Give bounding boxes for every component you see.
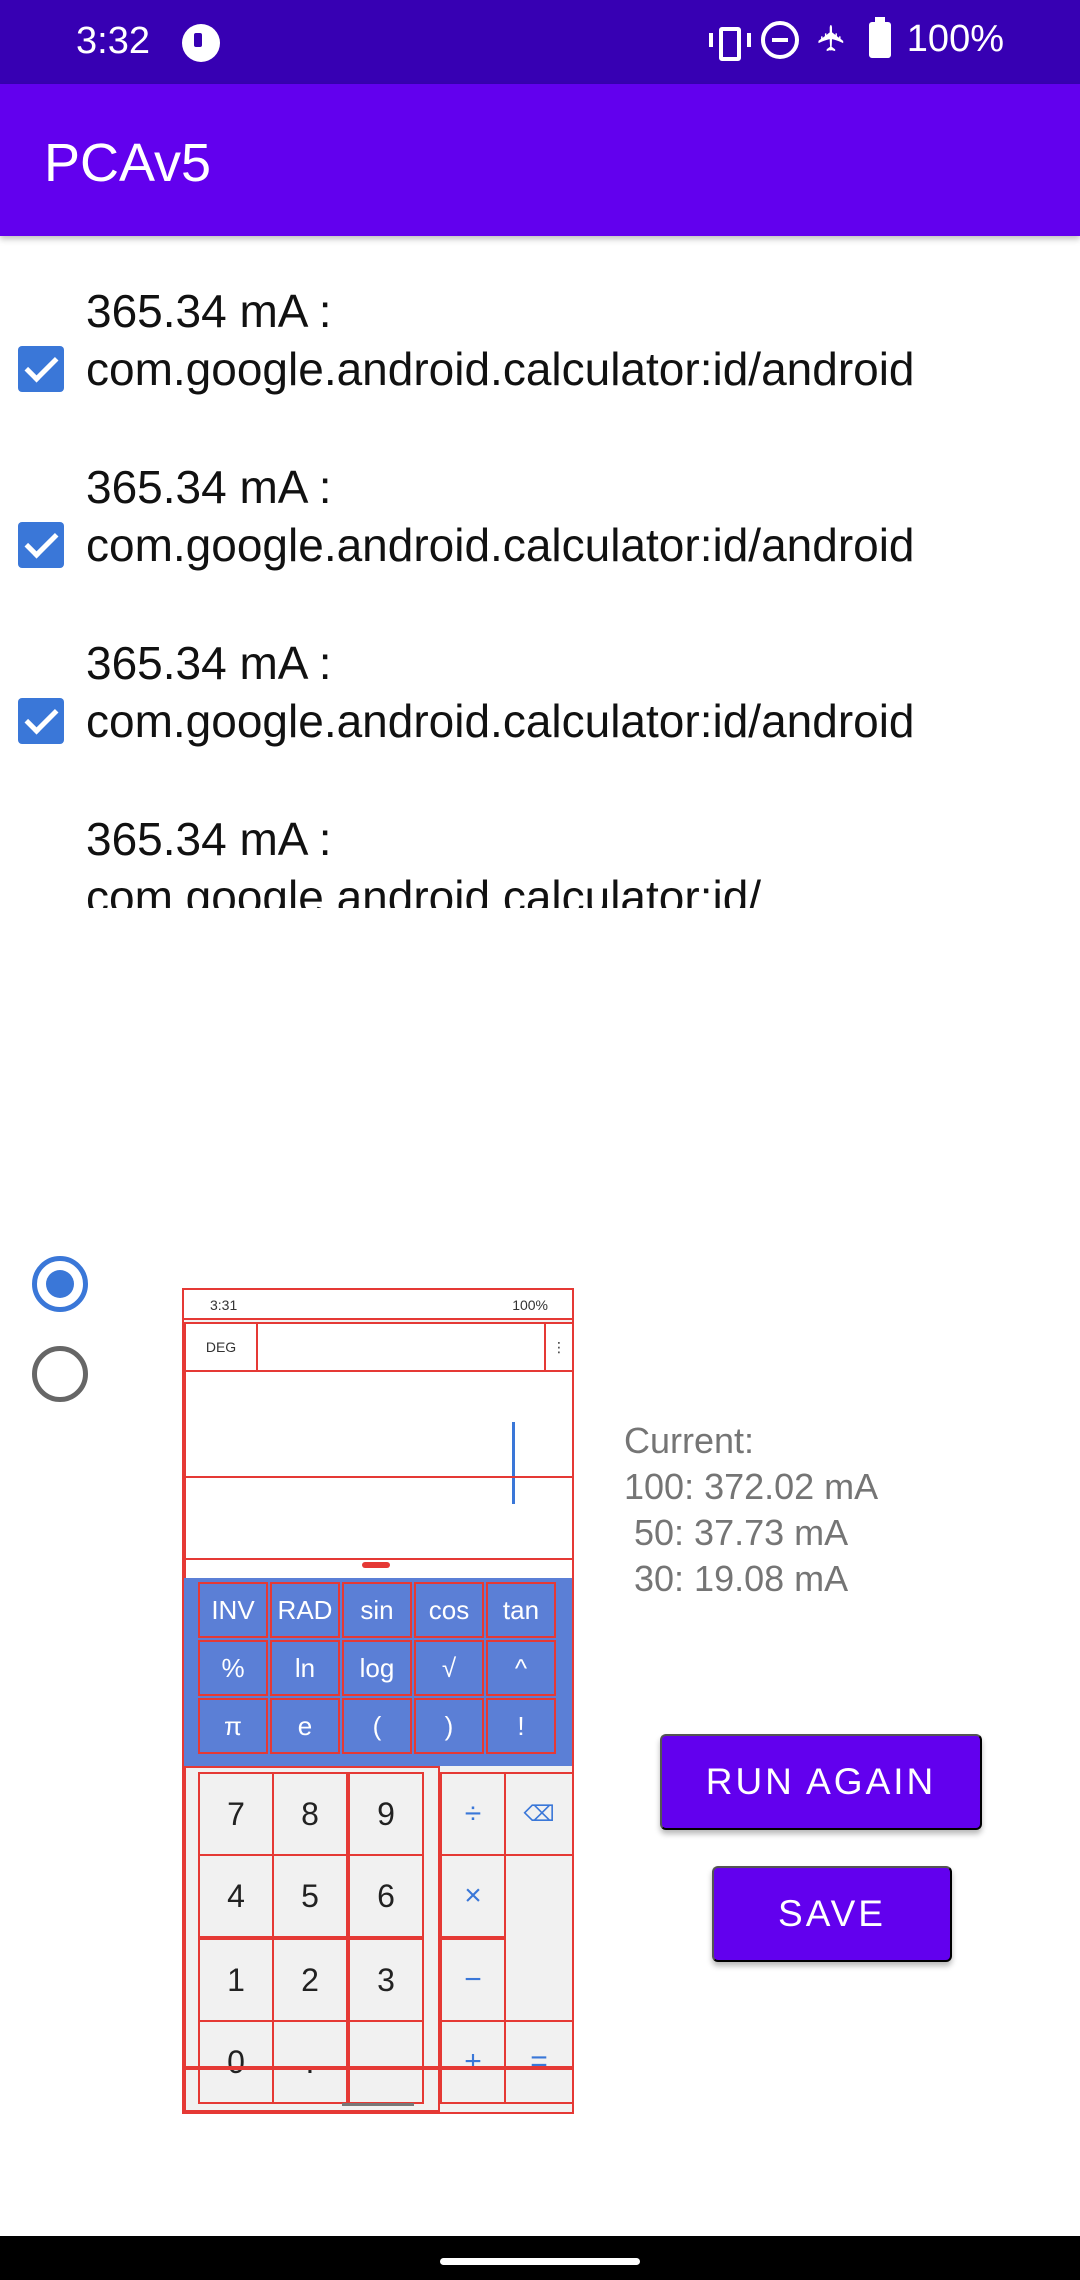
preview-key: ÷ bbox=[440, 1772, 506, 1856]
preview-bottom-box bbox=[184, 2066, 572, 2070]
current-30: 30: 19.08 mA bbox=[624, 1558, 849, 1599]
current-100: 100: 372.02 mA bbox=[624, 1466, 879, 1507]
preview-key: 7 bbox=[198, 1772, 274, 1856]
item-id: com.google.android.calculator:id/ bbox=[86, 871, 762, 908]
item-power: 365.34 mA : bbox=[86, 461, 332, 513]
preview-key: √ bbox=[414, 1640, 484, 1696]
element-list[interactable]: 365.34 mA : com.google.android.calculato… bbox=[0, 272, 1080, 908]
item-id: com.google.android.calculator:id/android bbox=[86, 343, 915, 395]
battery-icon bbox=[868, 16, 891, 58]
current-50: 50: 37.73 mA bbox=[624, 1512, 849, 1553]
preview-key: ! bbox=[486, 1698, 556, 1754]
preview-key: 2 bbox=[272, 1938, 348, 2022]
item-power: 365.34 mA : bbox=[86, 285, 332, 337]
navigation-bar bbox=[0, 2236, 1080, 2280]
preview-key: 9 bbox=[348, 1772, 424, 1856]
preview-scientific-pad: INV RAD sin cos tan % ln log √ ^ π e ( )… bbox=[184, 1578, 572, 1766]
preview-key: 8 bbox=[272, 1772, 348, 1856]
item-text: 365.34 mA : com.google.android.calculato… bbox=[86, 282, 915, 398]
current-readings: Current: 100: 372.02 mA 50: 37.73 mA 30: … bbox=[624, 1418, 878, 1602]
app-title: PCAv5 bbox=[44, 133, 212, 193]
current-label: Current: bbox=[624, 1420, 755, 1461]
preview-key: − bbox=[440, 1938, 506, 2022]
preview-key: 3 bbox=[348, 1938, 424, 2022]
do-not-disturb-icon bbox=[760, 20, 799, 59]
home-gesture-handle[interactable] bbox=[440, 2258, 640, 2265]
preview-backspace-key: ⌫ bbox=[504, 1772, 572, 1856]
preview-formula-box bbox=[184, 1370, 572, 1478]
preview-key: cos bbox=[414, 1582, 484, 1638]
preview-number-pad: 7 8 9 4 5 6 1 2 3 0 . ÷ ⌫ × − + = bbox=[184, 1766, 572, 2112]
preview-overflow-box: ⋮ bbox=[544, 1322, 572, 1372]
preview-key: 1 bbox=[198, 1938, 274, 2022]
app-bar: PCAv5 bbox=[0, 84, 1080, 236]
preview-key: INV bbox=[198, 1582, 268, 1638]
screenshot-preview: 3:31 100% DEG ⋮ INV RAD sin cos tan % ln… bbox=[182, 1288, 574, 2114]
preview-key: ( bbox=[342, 1698, 412, 1754]
preview-key: % bbox=[198, 1640, 268, 1696]
preview-nav-handle bbox=[342, 2103, 414, 2106]
status-bar: 3:32 100% bbox=[0, 0, 1080, 84]
preview-key: π bbox=[198, 1698, 268, 1754]
status-icons: 100% bbox=[707, 16, 1004, 61]
preview-key: 5 bbox=[272, 1854, 348, 1938]
preview-status-bar: 3:31 100% bbox=[184, 1290, 572, 1320]
airplane-mode-icon bbox=[815, 21, 853, 59]
vibrate-icon bbox=[707, 21, 751, 61]
preview-key: ln bbox=[270, 1640, 340, 1696]
run-again-button[interactable]: RUN AGAIN bbox=[660, 1734, 982, 1830]
preview-key: . bbox=[272, 2020, 348, 2104]
item-checkbox[interactable] bbox=[18, 346, 64, 392]
preview-toolbar-box bbox=[256, 1322, 546, 1372]
item-text: 365.34 mA : com.google.android.calculato… bbox=[86, 810, 761, 908]
preview-key: RAD bbox=[270, 1582, 340, 1638]
preview-key: 0 bbox=[198, 2020, 274, 2104]
preview-key: e bbox=[270, 1698, 340, 1754]
status-time: 3:32 bbox=[76, 20, 150, 62]
item-power: 365.34 mA : bbox=[86, 637, 332, 689]
preview-drag-handle bbox=[362, 1562, 390, 1568]
preview-key: × bbox=[440, 1854, 506, 1938]
preview-key: 4 bbox=[198, 1854, 274, 1938]
preview-key: = bbox=[504, 2020, 572, 2104]
preview-status-battery: 100% bbox=[512, 1297, 548, 1313]
item-text: 365.34 mA : com.google.android.calculato… bbox=[86, 458, 915, 574]
preview-key: + bbox=[440, 2020, 506, 2104]
radio-option-1[interactable] bbox=[32, 1256, 88, 1312]
save-button[interactable]: SAVE bbox=[712, 1866, 952, 1962]
preview-key bbox=[348, 2020, 424, 2104]
item-text: 365.34 mA : com.google.android.calculato… bbox=[86, 634, 915, 750]
preview-status-time: 3:31 bbox=[210, 1297, 238, 1313]
preview-key: tan bbox=[486, 1582, 556, 1638]
item-id: com.google.android.calculator:id/android bbox=[86, 695, 915, 747]
item-id: com.google.android.calculator:id/android bbox=[86, 519, 915, 571]
preview-key: sin bbox=[342, 1582, 412, 1638]
item-checkbox[interactable] bbox=[18, 522, 64, 568]
preview-key: 6 bbox=[348, 1854, 424, 1938]
preview-key: ) bbox=[414, 1698, 484, 1754]
preview-result-box bbox=[184, 1476, 572, 1560]
item-power: 365.34 mA : bbox=[86, 813, 332, 865]
preview-key: log bbox=[342, 1640, 412, 1696]
list-item[interactable]: 365.34 mA : com.google.android.calculato… bbox=[0, 624, 1080, 800]
preview-deg-box: DEG bbox=[184, 1322, 258, 1372]
data-saver-icon bbox=[182, 24, 220, 62]
preview-key: ^ bbox=[486, 1640, 556, 1696]
battery-percent: 100% bbox=[906, 18, 1004, 60]
list-item[interactable]: 365.34 mA : com.google.android.calculato… bbox=[0, 448, 1080, 624]
radio-option-2[interactable] bbox=[32, 1346, 88, 1402]
item-checkbox[interactable] bbox=[18, 698, 64, 744]
list-item[interactable]: 365.34 mA : com.google.android.calculato… bbox=[0, 272, 1080, 448]
list-item[interactable]: 365.34 mA : com.google.android.calculato… bbox=[0, 800, 1080, 908]
